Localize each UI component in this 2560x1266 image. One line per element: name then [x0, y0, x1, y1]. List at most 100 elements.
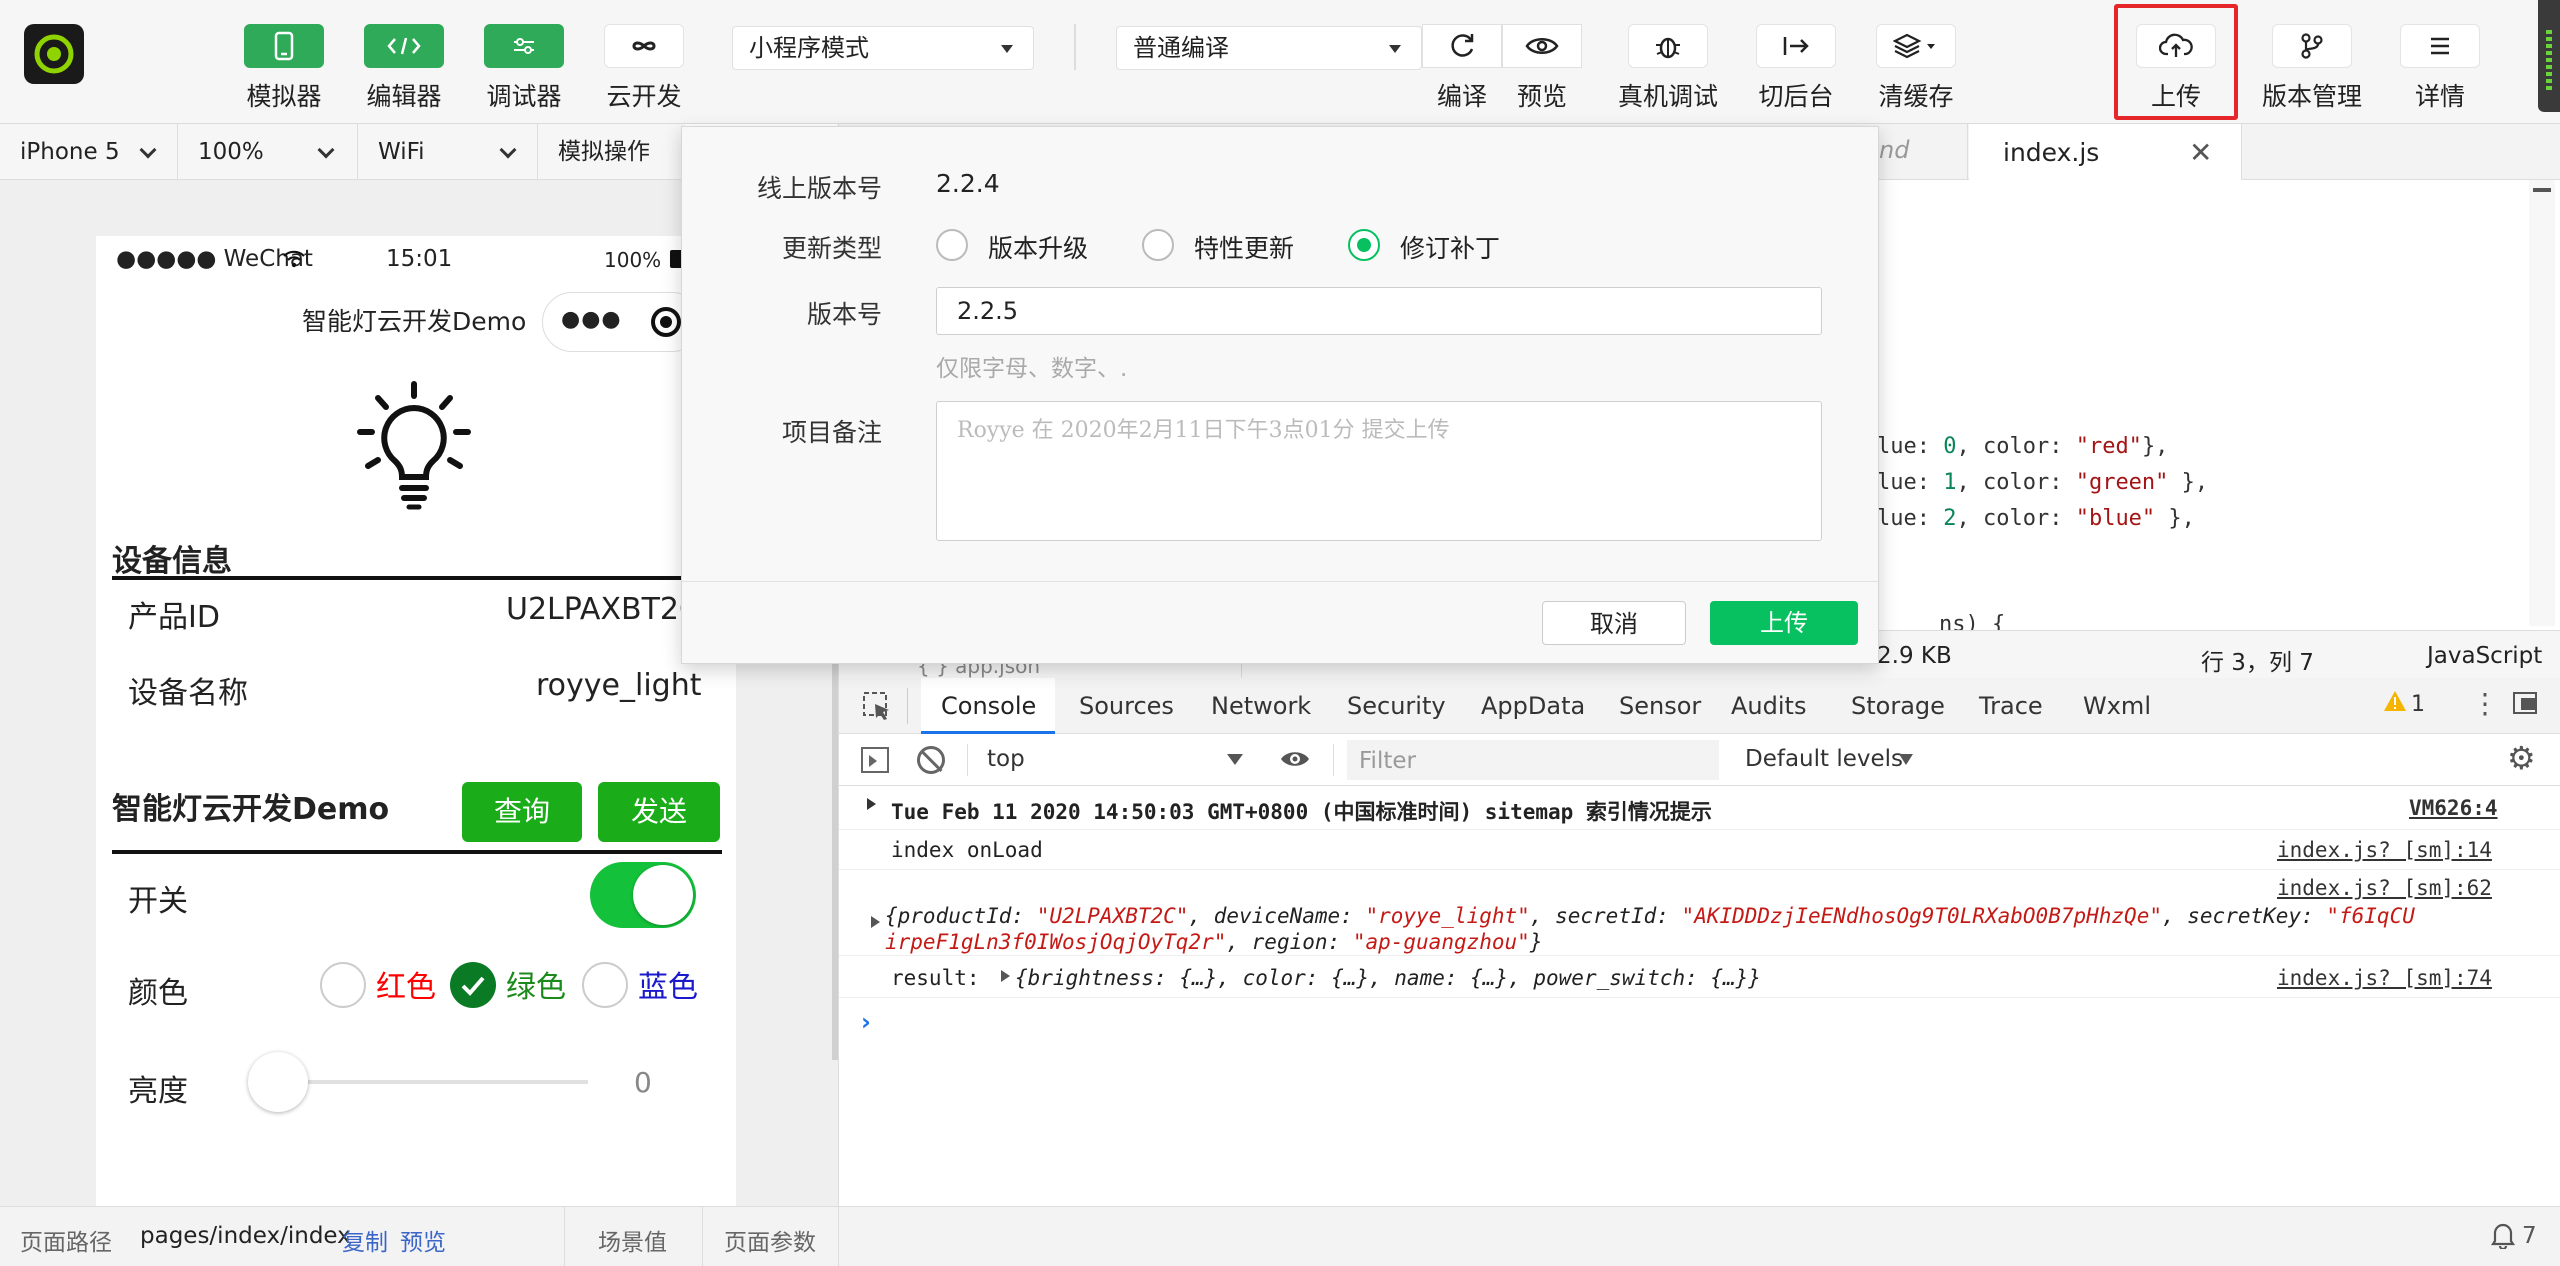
warning-count[interactable]: 1	[2411, 692, 2425, 717]
preview-button[interactable]: 预览	[1502, 24, 1582, 113]
color-radio-green[interactable]	[450, 962, 496, 1008]
refresh-icon	[1422, 24, 1502, 68]
editor-tab-active[interactable]: index.js ✕	[1969, 124, 2241, 181]
cancel-button[interactable]: 取消	[1542, 601, 1686, 645]
upload-button[interactable]: 上传	[2136, 24, 2216, 113]
expand-arrow-icon[interactable]	[1001, 970, 1010, 982]
bell-icon[interactable]	[2490, 1221, 2516, 1253]
color-radio-blue[interactable]	[582, 962, 628, 1008]
log-source-link[interactable]: index.js? [sm]:14	[2277, 838, 2492, 862]
compile-mode-select[interactable]: 普通编译	[1116, 26, 1422, 70]
code-token: },	[2168, 470, 2209, 495]
update-type-label-patch[interactable]: 修订补丁	[1400, 229, 1500, 265]
warning-icon[interactable]	[2383, 690, 2407, 716]
tab-appdata[interactable]: AppData	[1481, 692, 1585, 720]
project-note-textarea[interactable]: Royye 在 2020年2月11日下午3点01分 提交上传	[936, 401, 1822, 541]
log-token: , secretId:	[1529, 904, 1682, 928]
update-type-radio-patch[interactable]	[1348, 229, 1380, 261]
console-filter-input[interactable]: Filter	[1347, 740, 1719, 780]
background-button[interactable]: 切后台	[1756, 24, 1836, 113]
network-select[interactable]: WiFi	[358, 124, 538, 180]
chevron-down-icon[interactable]	[1227, 754, 1243, 765]
query-button[interactable]: 查询	[462, 782, 582, 842]
details-button[interactable]: 详情	[2400, 24, 2480, 113]
dock-icon[interactable]	[2513, 692, 2537, 714]
brightness-slider-thumb[interactable]	[248, 1052, 308, 1112]
color-label: 颜色	[128, 976, 188, 1011]
log-source-link[interactable]: VM626:4	[2409, 796, 2498, 820]
version-input[interactable]: 2.2.5	[936, 287, 1822, 335]
log-token: irpeF1gLn3f0IWosjOqjOyTq2r"	[885, 930, 1227, 954]
page-params-button[interactable]: 页面参数	[724, 1223, 816, 1257]
expand-arrow-icon[interactable]	[871, 916, 880, 928]
capsule-menu[interactable]: ●●●	[542, 292, 702, 352]
tab-sensor[interactable]: Sensor	[1619, 692, 1701, 720]
gear-icon[interactable]: ⚙	[2507, 742, 2536, 774]
simulator-toggle-button[interactable]: 模拟器	[244, 24, 324, 113]
color-radio-red[interactable]	[320, 962, 366, 1008]
log-object-line1: {productId: "U2LPAXBT2C", deviceName: "r…	[885, 904, 2415, 928]
sidebar-toggle-icon[interactable]	[861, 747, 889, 773]
eye-icon[interactable]	[1279, 748, 1311, 774]
upload-dialog: 线上版本号 2.2.4 更新类型 版本升级 特性更新 修订补丁 版本号 2.2.…	[681, 126, 1879, 664]
more-vertical-icon[interactable]: ⋮	[2471, 690, 2499, 718]
tab-network[interactable]: Network	[1211, 692, 1311, 720]
debugger-toggle-button[interactable]: 调试器	[484, 24, 564, 113]
inspect-element-icon[interactable]	[861, 690, 893, 726]
toolbar-label: 上传	[2150, 82, 2201, 111]
project-note-label: 项目备注	[781, 418, 882, 447]
log-source-link[interactable]: index.js? [sm]:62	[2277, 876, 2492, 900]
simulate-operation-menu[interactable]: 模拟操作	[538, 124, 685, 180]
power-switch[interactable]	[590, 862, 696, 928]
copy-path-link[interactable]: 复制	[342, 1223, 388, 1257]
notification-count[interactable]: 7	[2522, 1223, 2537, 1249]
editor-scrollbar[interactable]	[2529, 180, 2555, 648]
code-token: "green"	[2075, 470, 2169, 495]
toolbar-divider	[1074, 24, 1076, 70]
send-button[interactable]: 发送	[598, 782, 720, 842]
main-toolbar: 模拟器 编辑器 调试器 云开发 小程序模式 普通编译 编译 预览 真机调试 切后…	[0, 0, 2560, 124]
tab-divider	[1967, 124, 1968, 180]
preview-link[interactable]: 预览	[400, 1223, 446, 1257]
chevron-down-icon[interactable]	[1899, 754, 1913, 765]
mode-select[interactable]: 小程序模式	[732, 26, 1034, 70]
console-log-row[interactable]: Tue Feb 11 2020 14:50:03 GMT+0800 (中国标准时…	[839, 786, 2560, 830]
console-log-row[interactable]: result: {brightness: {…}, color: {…}, na…	[839, 956, 2560, 998]
update-type-label-major[interactable]: 版本升级	[988, 229, 1088, 265]
cloud-dev-button[interactable]: 云开发	[604, 24, 684, 113]
clear-console-icon[interactable]	[917, 746, 945, 774]
close-target-icon[interactable]	[651, 307, 681, 337]
tab-console[interactable]: Console	[921, 678, 1055, 734]
tab-security[interactable]: Security	[1347, 692, 1446, 720]
clear-cache-button[interactable]: 清缓存	[1876, 24, 1956, 113]
zoom-select[interactable]: 100%	[178, 124, 358, 180]
console-prompt-icon[interactable]: ›	[861, 1008, 871, 1036]
cursor-position[interactable]: 行 3，列 7	[2201, 643, 2314, 677]
upload-confirm-button[interactable]: 上传	[1710, 601, 1858, 645]
toolbar-label: 模拟器	[246, 82, 322, 111]
code-token: lue:	[1877, 470, 1944, 495]
remote-debug-button[interactable]: 真机调试	[1618, 24, 1718, 113]
log-levels-select[interactable]: Default levels	[1745, 746, 1903, 772]
scene-value-button[interactable]: 场景值	[598, 1223, 667, 1257]
code-line-2: lue: 1, color: "green" },	[1877, 470, 2208, 495]
more-dots-icon[interactable]: ●●●	[561, 307, 622, 332]
tab-audits[interactable]: Audits	[1731, 692, 1806, 720]
close-icon[interactable]: ✕	[2189, 136, 2212, 169]
expand-arrow-icon[interactable]	[867, 798, 876, 810]
tab-storage[interactable]: Storage	[1851, 692, 1945, 720]
device-select[interactable]: iPhone 5	[0, 124, 178, 180]
update-type-label-feature[interactable]: 特性更新	[1194, 229, 1294, 265]
context-select[interactable]: top	[987, 746, 1025, 772]
version-manage-button[interactable]: 版本管理	[2262, 24, 2362, 113]
update-type-radio-major[interactable]	[936, 229, 968, 261]
language-mode[interactable]: JavaScript	[2427, 643, 2542, 669]
tab-wxml[interactable]: Wxml	[2083, 692, 2151, 720]
log-source-link[interactable]: index.js? [sm]:74	[2277, 966, 2492, 990]
editor-toggle-button[interactable]: 编辑器	[364, 24, 444, 113]
update-type-radio-feature[interactable]	[1142, 229, 1174, 261]
tab-trace[interactable]: Trace	[1979, 692, 2043, 720]
tab-sources[interactable]: Sources	[1079, 692, 1174, 720]
console-log-row[interactable]: index.js? [sm]:62 {productId: "U2LPAXBT2…	[839, 870, 2560, 956]
editor-tab-partial[interactable]: nd	[1879, 136, 1909, 164]
